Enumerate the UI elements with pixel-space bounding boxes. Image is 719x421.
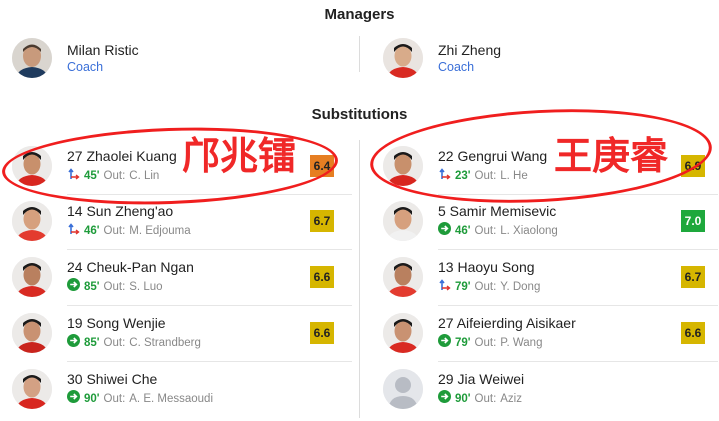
player-name: 19 Song Wenjie <box>67 315 166 331</box>
player-row[interactable]: 14 Sun Zheng'ao 46' Out: M. Edjouma 6.7 <box>12 199 334 243</box>
out-label: Out: <box>474 337 497 349</box>
player-out-name: L. Xiaolong <box>500 225 558 237</box>
player-avatar <box>12 201 52 241</box>
player-avatar <box>383 313 423 353</box>
out-label: Out: <box>103 393 126 405</box>
substitution-detail: 90' Out: Aziz <box>438 390 705 408</box>
player-name: 29 Jia Weiwei <box>438 371 525 387</box>
player-name: 14 Sun Zheng'ao <box>67 203 174 219</box>
player-out-name: Aziz <box>500 393 522 405</box>
out-label: Out: <box>103 281 126 293</box>
substitution-detail: 85' Out: C. Strandberg <box>67 334 310 352</box>
player-rating-badge: 6.7 <box>681 266 705 288</box>
sub-in-arrow-icon <box>438 334 451 352</box>
row-divider <box>67 361 352 362</box>
player-avatar <box>12 313 52 353</box>
player-rating-badge: 6.7 <box>310 210 334 232</box>
player-name: 5 Samir Memisevic <box>438 203 557 219</box>
substitution-detail: 90' Out: A. E. Messaoudi <box>67 390 334 408</box>
substitutions-divider <box>359 140 360 418</box>
player-row[interactable]: 29 Jia Weiwei 90' Out: Aziz <box>383 367 705 411</box>
sub-minute: 46' <box>84 225 100 237</box>
manager-avatar <box>12 38 52 78</box>
player-name: 24 Cheuk-Pan Ngan <box>67 259 194 275</box>
player-rating-badge: 6.6 <box>681 322 705 344</box>
player-rating-badge: 6.6 <box>310 266 334 288</box>
row-divider <box>438 249 718 250</box>
substitution-detail: 46' Out: M. Edjouma <box>67 222 310 240</box>
player-row[interactable]: 13 Haoyu Song 79' Out: Y. Dong 6.7 <box>383 255 705 299</box>
sub-in-arrow-icon <box>67 334 80 352</box>
player-name: 27 Aifeierding Aisikaer <box>438 315 576 331</box>
player-rating-badge: 6.6 <box>310 322 334 344</box>
player-avatar <box>12 257 52 297</box>
sub-in-arrow-icon <box>67 278 80 296</box>
player-name: 30 Shiwei Che <box>67 371 158 387</box>
chinese-name-annotation-home: 邝兆镭 <box>182 133 297 178</box>
sub-minute: 79' <box>455 337 471 349</box>
manager-name: Zhi Zheng <box>438 42 502 58</box>
sub-in-arrow-icon <box>438 222 451 240</box>
row-divider <box>438 305 718 306</box>
substitution-detail: 79' Out: Y. Dong <box>438 278 681 296</box>
row-divider <box>67 249 352 250</box>
player-row[interactable]: 24 Cheuk-Pan Ngan 85' Out: S. Luo 6.6 <box>12 255 334 299</box>
manager-home[interactable]: Milan Ristic Coach <box>12 36 139 80</box>
out-label: Out: <box>474 281 497 293</box>
manager-role: Coach <box>67 60 104 74</box>
swap-icon <box>67 222 80 240</box>
sub-minute: 79' <box>455 281 471 293</box>
managers-divider <box>359 36 360 72</box>
sub-minute: 85' <box>84 337 100 349</box>
player-avatar <box>12 369 52 409</box>
player-out-name: S. Luo <box>129 281 163 293</box>
player-rating-badge: 7.0 <box>681 210 705 232</box>
sub-in-arrow-icon <box>438 390 451 408</box>
player-out-name: M. Edjouma <box>129 225 191 237</box>
out-label: Out: <box>103 337 126 349</box>
out-label: Out: <box>103 225 126 237</box>
player-row[interactable]: 5 Samir Memisevic 46' Out: L. Xiaolong 7.0 <box>383 199 705 243</box>
managers-title: Managers <box>324 6 395 23</box>
player-name: 13 Haoyu Song <box>438 259 535 275</box>
sub-minute: 46' <box>455 225 471 237</box>
out-label: Out: <box>474 393 497 405</box>
out-label: Out: <box>474 225 497 237</box>
row-divider <box>67 305 352 306</box>
sub-minute: 90' <box>84 393 100 405</box>
swap-icon <box>438 278 451 296</box>
chinese-name-annotation-away: 王庚睿 <box>554 133 669 178</box>
sub-in-arrow-icon <box>67 390 80 408</box>
manager-role: Coach <box>438 60 475 74</box>
player-row[interactable]: 30 Shiwei Che 90' Out: A. E. Messaoudi <box>12 367 334 411</box>
manager-name: Milan Ristic <box>67 42 139 58</box>
player-out-name: A. E. Messaoudi <box>129 393 213 405</box>
row-divider <box>438 361 718 362</box>
player-row[interactable]: 27 Aifeierding Aisikaer 79' Out: P. Wang 6.6 <box>383 311 705 355</box>
player-avatar <box>383 201 423 241</box>
player-out-name: C. Strandberg <box>129 337 201 349</box>
substitution-detail: 85' Out: S. Luo <box>67 278 310 296</box>
player-out-name: P. Wang <box>500 337 543 349</box>
manager-away[interactable]: Zhi Zheng Coach <box>383 36 501 80</box>
sub-minute: 90' <box>455 393 471 405</box>
player-avatar <box>383 257 423 297</box>
player-row[interactable]: 19 Song Wenjie 85' Out: C. Strandberg 6.6 <box>12 311 334 355</box>
substitution-detail: 46' Out: L. Xiaolong <box>438 222 681 240</box>
substitution-detail: 79' Out: P. Wang <box>438 334 681 352</box>
manager-avatar <box>383 38 423 78</box>
sub-minute: 85' <box>84 281 100 293</box>
player-avatar <box>383 369 423 409</box>
player-out-name: Y. Dong <box>500 281 541 293</box>
